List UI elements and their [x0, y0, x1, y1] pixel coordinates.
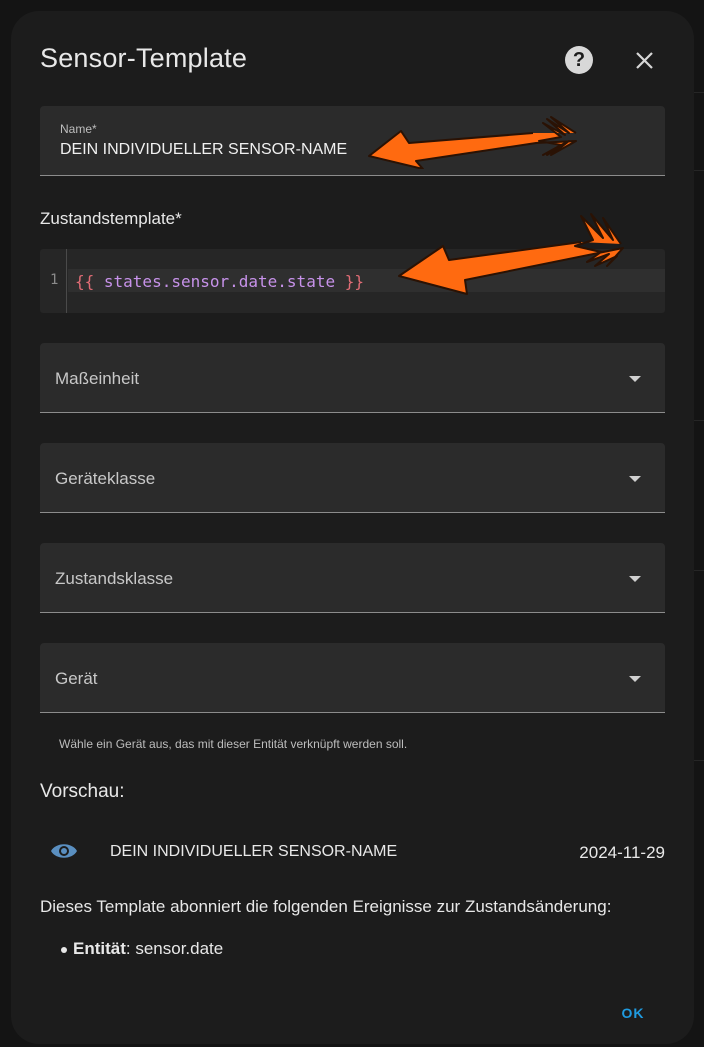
code-expression: states.sensor.date.state	[94, 272, 345, 291]
entity-value: : sensor.date	[125, 939, 224, 958]
line-number: 1	[50, 272, 59, 288]
editor-gutter: 1	[40, 249, 67, 313]
device-helper-text: Wähle ein Gerät aus, das mit dieser Enti…	[59, 737, 408, 751]
preview-entity-name: DEIN INDIVIDUELLER SENSOR-NAME	[110, 843, 398, 860]
state-class-select-label: Zustandsklasse	[55, 569, 174, 588]
name-field-label: Name*	[60, 122, 97, 136]
device-select-label: Gerät	[55, 669, 98, 688]
chevron-down-icon	[629, 376, 641, 382]
dialog-title: Sensor-Template	[40, 43, 248, 73]
preview-row: DEIN INDIVIDUELLER SENSOR-NAME 2024-11-2…	[40, 836, 665, 868]
chevron-down-icon	[629, 676, 641, 682]
state-template-label: Zustandstemplate*	[40, 209, 182, 228]
sensor-template-dialog: Sensor-Template ? Name* DEIN INDIVIDUELL…	[11, 11, 694, 1044]
close-icon[interactable]	[630, 43, 660, 77]
annotation-arrow-template	[398, 213, 624, 295]
chevron-down-icon	[629, 476, 641, 482]
preview-title: Vorschau:	[40, 781, 125, 802]
preview-state: 2024-11-29	[579, 843, 665, 862]
code-open-brace: {{	[75, 272, 95, 291]
dialog-header: Sensor-Template ?	[40, 43, 674, 83]
device-select[interactable]: Gerät	[40, 643, 665, 713]
code-line[interactable]: {{ states.sensor.date.state }}	[75, 272, 364, 291]
ok-button[interactable]: OK	[611, 1001, 655, 1025]
state-class-select[interactable]: Zustandsklasse	[40, 543, 665, 613]
entity-label: Entität	[73, 939, 126, 958]
eye-icon	[50, 840, 78, 867]
entity-list-item: Entität: sensor.date	[61, 939, 224, 959]
name-field-value[interactable]: DEIN INDIVIDUELLER SENSOR-NAME	[60, 141, 347, 159]
code-close-brace: }}	[344, 272, 364, 291]
annotation-arrow-name	[368, 116, 577, 169]
unit-select-label: Maßeinheit	[55, 369, 140, 388]
device-class-select[interactable]: Geräteklasse	[40, 443, 665, 513]
unit-select[interactable]: Maßeinheit	[40, 343, 665, 413]
help-icon[interactable]: ?	[565, 46, 593, 74]
device-class-select-label: Geräteklasse	[55, 469, 156, 488]
chevron-down-icon	[629, 576, 641, 582]
subscription-info: Dieses Template abonniert die folgenden …	[40, 897, 612, 916]
list-bullet	[61, 947, 67, 953]
